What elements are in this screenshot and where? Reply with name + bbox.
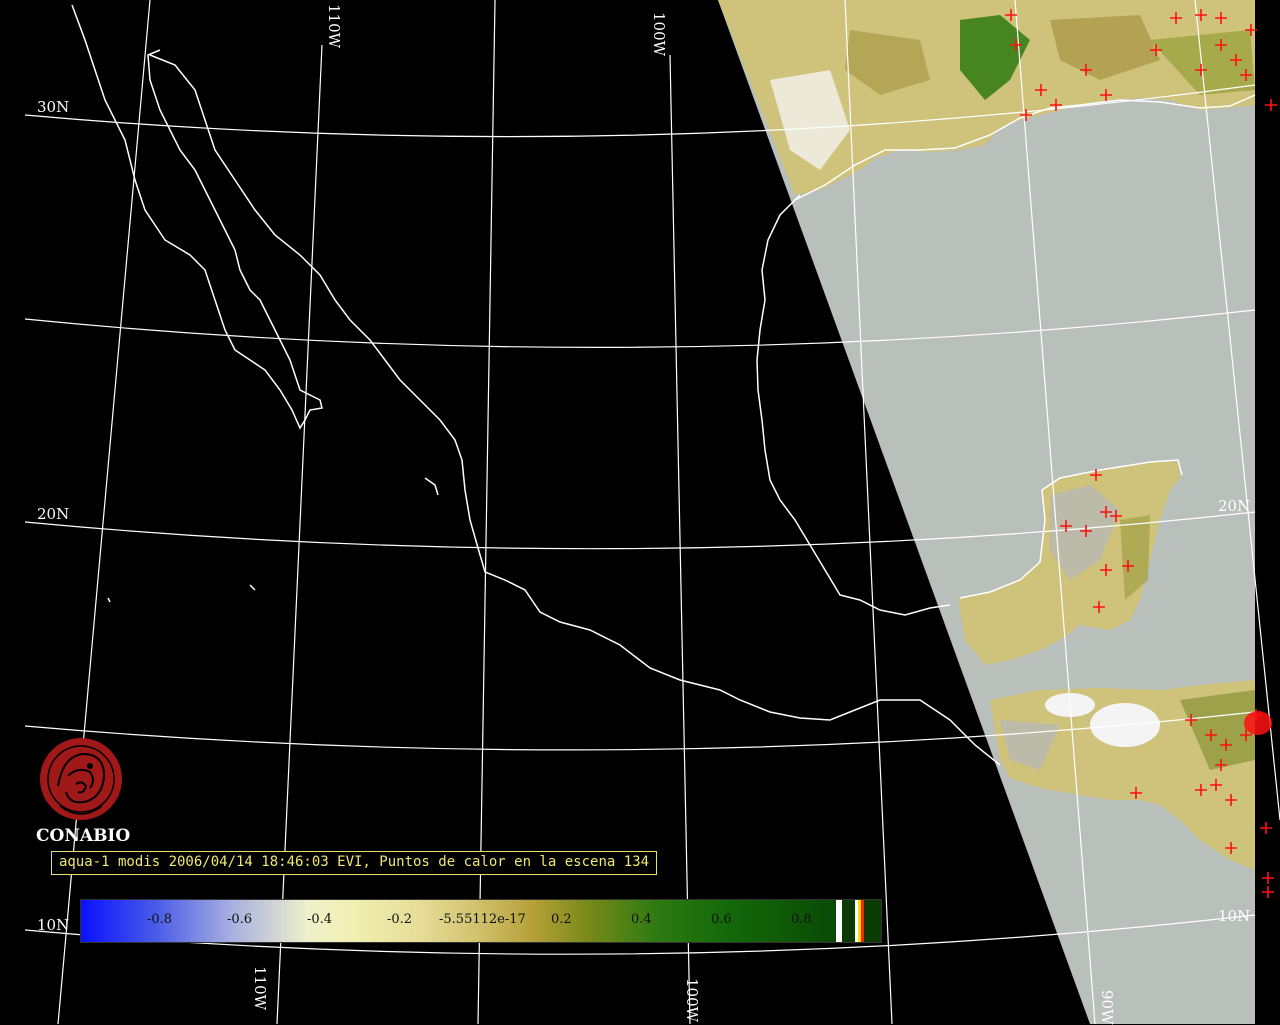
colorbar-tick: 0.6: [711, 912, 732, 927]
colorbar-tick: -0.8: [147, 912, 173, 927]
label-30n: 30N: [37, 98, 70, 116]
scene-caption: aqua-1 modis 2006/04/14 18:46:03 EVI, Pu…: [51, 851, 658, 875]
colorbar-tick: -0.2: [387, 912, 413, 927]
evi-colorbar: -0.8 -0.6 -0.4 -0.2 -5.55112e-17 0.2 0.4…: [80, 899, 882, 943]
colorbar-tick: -0.4: [307, 912, 333, 927]
conabio-wordmark: CONABIO: [36, 826, 131, 846]
label-90w-bottom: 90W: [1098, 990, 1116, 1025]
label-10n-right: 10N: [1218, 907, 1251, 925]
label-100w-top: 100W: [650, 12, 668, 57]
label-100w-bottom: 100W: [683, 978, 701, 1023]
colorbar-red-swatch: [861, 900, 864, 942]
colorbar-white-swatch: [836, 900, 842, 942]
colorbar-tick: 0.2: [551, 912, 572, 927]
label-110w-bottom: 110W: [251, 966, 269, 1011]
label-20n-right: 20N: [1218, 497, 1251, 515]
conabio-emblem-icon: [40, 738, 122, 820]
colorbar-tick: -5.55112e-17: [439, 912, 526, 927]
label-10n-left: 10N: [37, 916, 70, 934]
colorbar-tick: 0.4: [631, 912, 652, 927]
conabio-logo: CONABIO: [36, 736, 130, 846]
colorbar-tick: -0.6: [227, 912, 253, 927]
colorbar-tick: 0.8: [791, 912, 812, 927]
label-20n-left: 20N: [37, 505, 70, 523]
label-110w-top: 110W: [325, 4, 343, 49]
